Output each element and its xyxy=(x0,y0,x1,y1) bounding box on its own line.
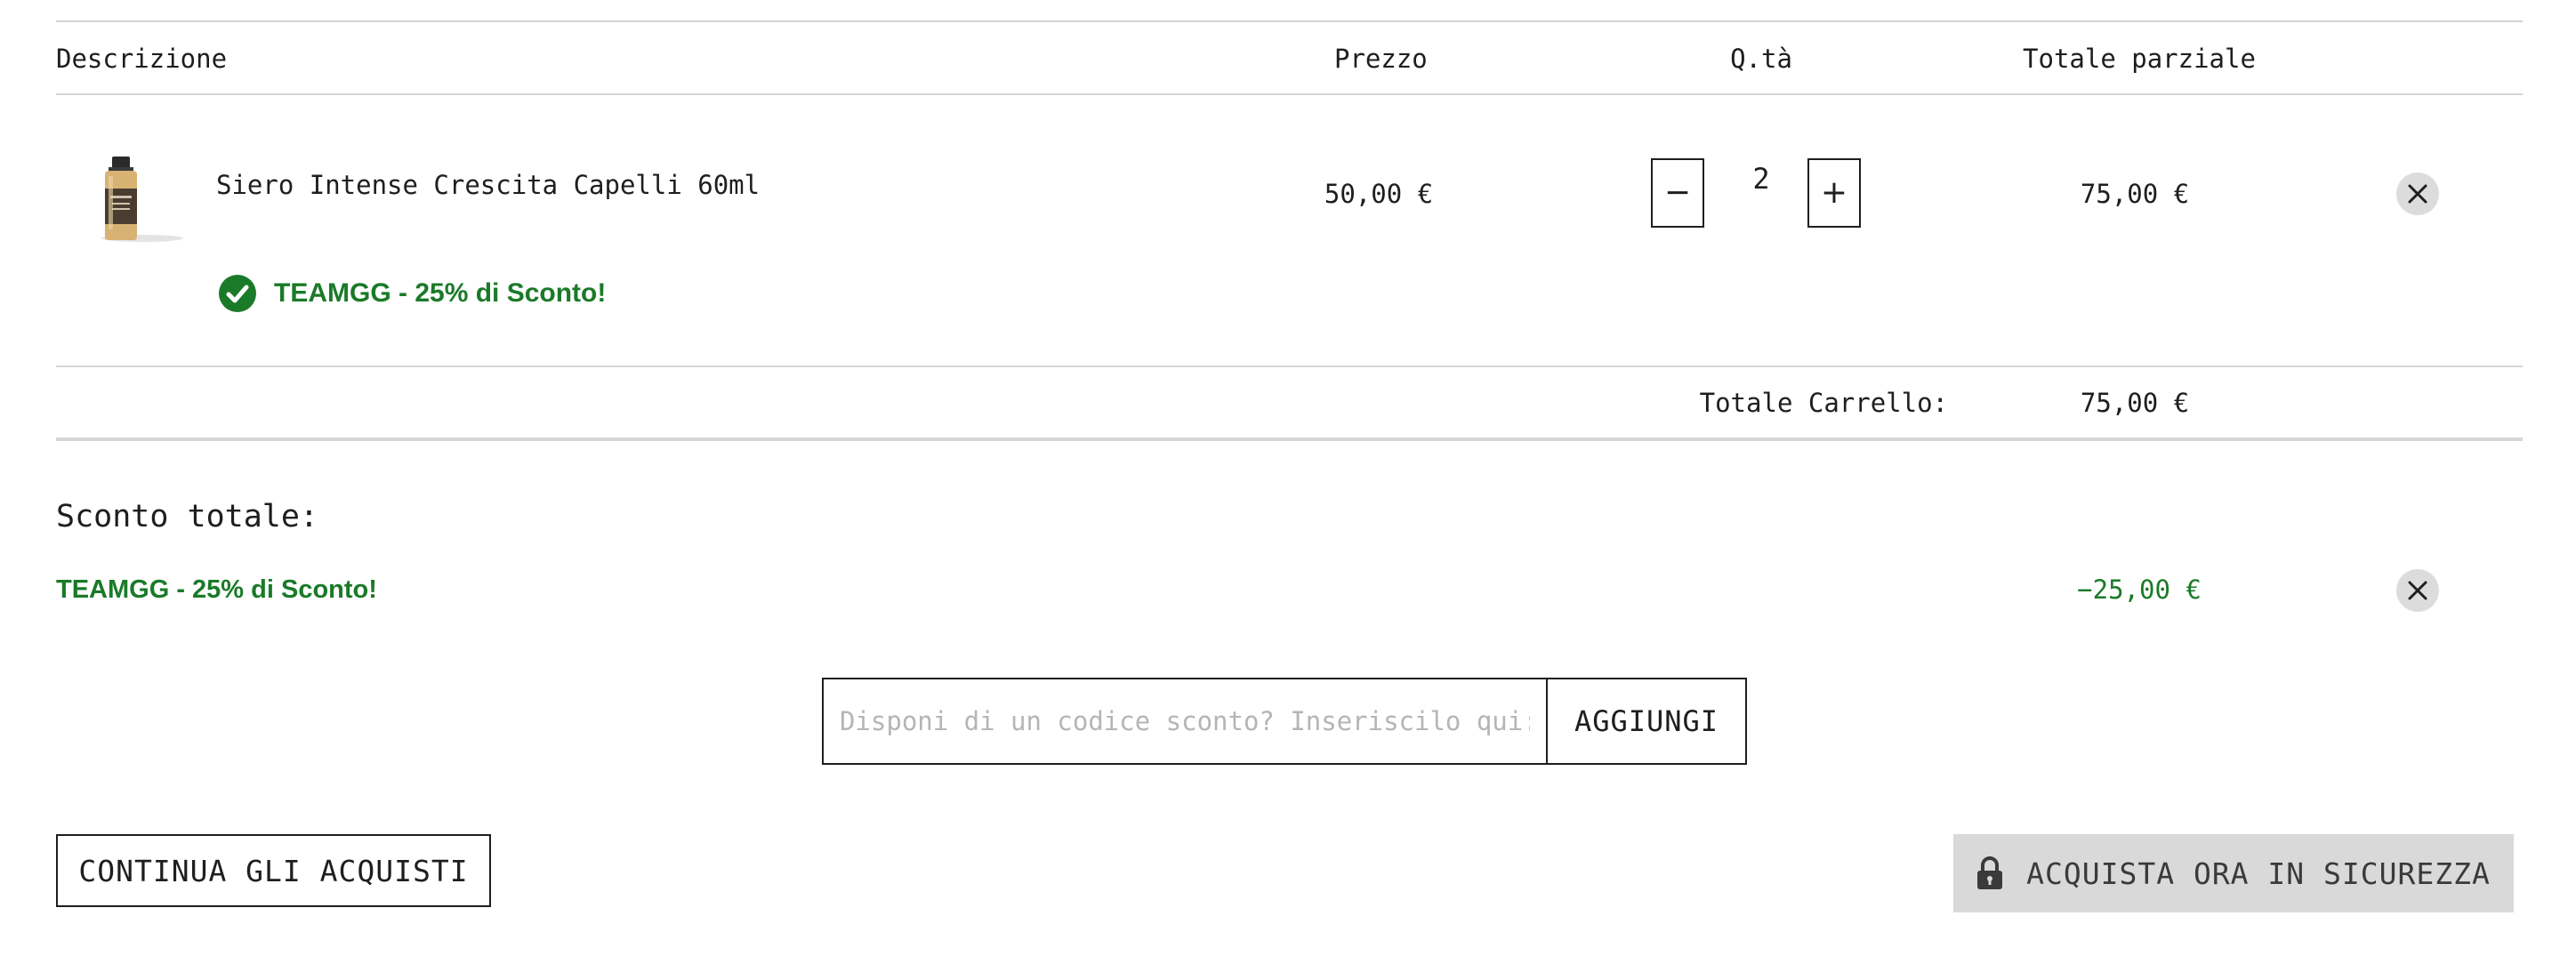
quantity-decrease-button[interactable]: − xyxy=(1651,158,1704,228)
discount-code-label: TEAMGG - 25% di Sconto! xyxy=(56,575,377,604)
header-divider xyxy=(56,93,2523,95)
close-icon xyxy=(2408,581,2427,600)
cart-total-label: Totale Carrello: xyxy=(1699,388,1948,418)
discount-summary-title: Sconto totale: xyxy=(56,499,319,534)
remove-discount-button[interactable] xyxy=(2396,569,2439,612)
remove-item-button[interactable] xyxy=(2396,173,2439,215)
secure-checkout-label: ACQUISTA ORA IN SICUREZZA xyxy=(2026,856,2491,891)
discount-amount: −25,00 € xyxy=(2077,574,2202,605)
header-subtotal: Totale parziale xyxy=(2023,44,2256,74)
secure-checkout-button[interactable]: ACQUISTA ORA IN SICUREZZA xyxy=(1953,834,2514,912)
table-top-border xyxy=(56,20,2523,22)
product-subtotal: 75,00 € xyxy=(2080,179,2190,209)
coupon-code-input[interactable] xyxy=(822,678,1548,765)
lock-icon xyxy=(1977,856,2003,889)
row-divider xyxy=(56,366,2523,367)
cart-total-value: 75,00 € xyxy=(2080,388,2190,418)
product-discount-label: TEAMGG - 25% di Sconto! xyxy=(274,278,607,308)
cart-total-divider xyxy=(56,438,2523,441)
product-name[interactable]: Siero Intense Crescita Capelli 60ml xyxy=(216,169,760,201)
product-price: 50,00 € xyxy=(1324,179,1434,209)
continue-shopping-button[interactable]: CONTINUA GLI ACQUISTI xyxy=(56,834,491,907)
quantity-increase-button[interactable]: + xyxy=(1807,158,1861,228)
header-description: Descrizione xyxy=(56,44,228,74)
quantity-value[interactable]: 2 xyxy=(1735,161,1788,197)
header-quantity: Q.tà xyxy=(1730,44,1792,74)
product-image[interactable] xyxy=(89,149,183,249)
close-icon xyxy=(2408,184,2427,204)
apply-coupon-button[interactable]: AGGIUNGI xyxy=(1546,678,1747,765)
header-price: Prezzo xyxy=(1334,44,1428,74)
check-circle-icon xyxy=(219,275,256,312)
